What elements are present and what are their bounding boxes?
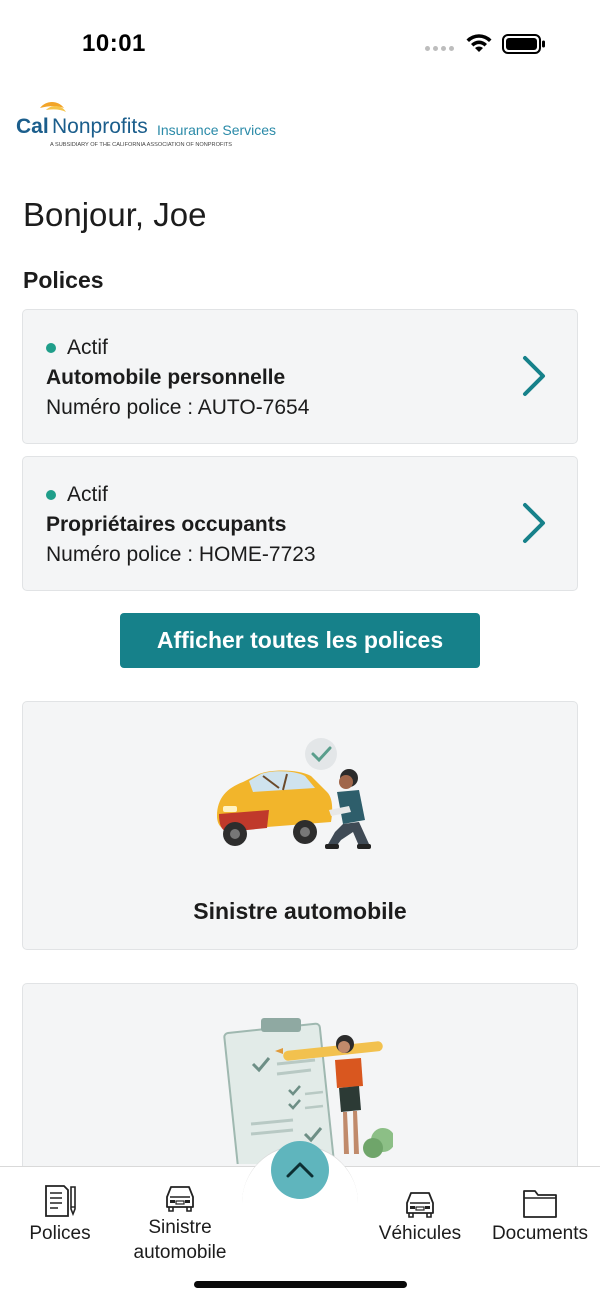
battery-icon <box>502 34 545 54</box>
car-icon <box>406 1192 434 1218</box>
view-all-policies-button[interactable]: Afficher toutes les polices <box>120 613 480 668</box>
policy-type: Propriétaires occupants <box>46 513 287 536</box>
status-time: 10:01 <box>82 30 146 57</box>
policy-status-label: Actif <box>67 336 108 359</box>
policy-number: Numéro police : AUTO-7654 <box>46 396 310 419</box>
tab-documents[interactable]: Documents <box>485 1167 595 1246</box>
expand-menu-button[interactable] <box>271 1141 329 1199</box>
policy-number: Numéro police : HOME-7723 <box>46 543 316 566</box>
auto-claim-label: Sinistre automobile <box>193 898 407 924</box>
policy-card-auto[interactable]: Actif Automobile personnelle Numéro poli… <box>22 309 578 444</box>
policy-status: Actif <box>46 483 108 507</box>
tab-label: Sinistre automobile <box>133 1217 227 1263</box>
folder-icon <box>523 1190 557 1218</box>
home-indicator <box>194 1281 407 1288</box>
policy-type: Automobile personnelle <box>46 366 286 389</box>
tab-polices[interactable]: Polices <box>20 1167 100 1246</box>
policies-section-title: Polices <box>23 267 104 293</box>
chevron-right-icon[interactable] <box>521 355 547 397</box>
logo-text-cal: Cal <box>16 115 49 138</box>
tab-label: Polices <box>29 1223 91 1244</box>
logo-tagline: A SUBSIDIARY OF THE CALIFORNIA ASSOCIATI… <box>50 142 232 148</box>
logo-text-nonprofits: Nonprofits <box>52 115 148 138</box>
cellular-signal-icon <box>425 46 454 51</box>
bottom-tab-bar: Polices Sinistre automobile Véhicules Do… <box>0 1141 600 1300</box>
logo-text-insurance: Insurance Services <box>157 122 276 138</box>
chevron-up-icon <box>286 1162 314 1178</box>
policy-card-home[interactable]: Actif Propriétaires occupants Numéro pol… <box>22 456 578 591</box>
auto-claim-card[interactable]: Sinistre automobile <box>22 701 578 950</box>
active-status-dot <box>46 490 56 500</box>
policy-status: Actif <box>46 336 108 360</box>
car-icon <box>166 1186 194 1212</box>
tab-label: Véhicules <box>378 1223 462 1244</box>
status-bar: 10:01 <box>0 0 600 90</box>
tab-label: Documents <box>491 1223 589 1244</box>
chevron-right-icon[interactable] <box>521 502 547 544</box>
active-status-dot <box>46 343 56 353</box>
wifi-icon <box>466 34 492 52</box>
tab-auto-claim[interactable]: Sinistre automobile <box>120 1167 240 1265</box>
tab-vehicles[interactable]: Véhicules <box>370 1167 470 1246</box>
policy-status-label: Actif <box>67 483 108 506</box>
document-pen-icon <box>45 1185 76 1217</box>
calnonprofits-logo: Cal Nonprofits Insurance Services A SUBS… <box>16 102 276 148</box>
greeting: Bonjour, Joe <box>23 196 207 233</box>
car-damage-illustration <box>217 738 371 849</box>
